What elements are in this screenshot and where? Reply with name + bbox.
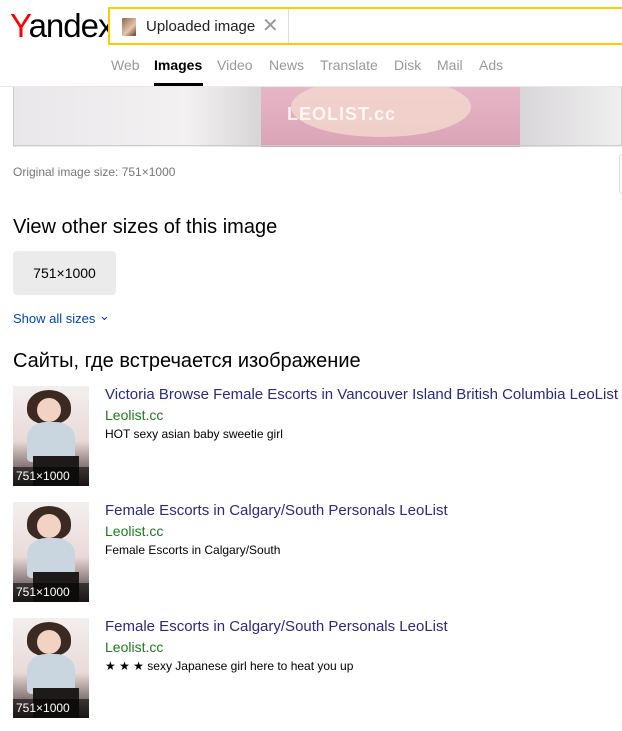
active-tab-underline [154,83,203,86]
site-thumbnail[interactable]: 751×1000 [13,502,89,602]
chevron-down-icon: ⌄ [99,308,110,323]
tab-web[interactable]: Web [111,57,140,73]
preview-border [13,87,622,146]
tab-video[interactable]: Video [217,57,253,73]
site-result: 751×1000 Female Escorts in Calgary/South… [13,502,622,606]
site-thumbnail[interactable]: 751×1000 [13,618,89,718]
site-description: HOT sexy asian baby sweetie girl [105,427,283,441]
search-divider [288,9,289,43]
thumbnail-size-label: 751×1000 [13,699,89,718]
thumb-face [37,398,61,422]
site-domain-link[interactable]: Leolist.cc [105,523,163,539]
image-preview[interactable]: LEOLIST.cc [13,87,622,147]
sites-heading: Сайты, где встречается изображение [13,350,361,372]
thumb-face [37,514,61,538]
original-image-size: Original image size: 751×1000 [13,165,176,179]
tab-ads[interactable]: Ads [479,57,503,73]
tab-images[interactable]: Images [154,57,202,73]
tab-disk[interactable]: Disk [394,57,421,73]
site-title-link[interactable]: Victoria Browse Female Escorts in Vancou… [105,386,618,403]
site-domain-link[interactable]: Leolist.cc [105,639,163,655]
header-bar: Yandex Uploaded image ✕ Web Images Video… [0,0,622,87]
uploaded-image-thumbnail[interactable] [122,18,136,36]
thumbnail-size-label: 751×1000 [13,467,89,486]
site-thumbnail[interactable]: 751×1000 [13,386,89,486]
thumbnail-size-label: 751×1000 [13,583,89,602]
show-all-sizes-link[interactable]: Show all sizes ⌄ [13,308,110,327]
site-domain-link[interactable]: Leolist.cc [105,407,163,423]
tab-news[interactable]: News [269,57,304,73]
close-icon[interactable]: ✕ [262,15,279,37]
search-query-label: Uploaded image [146,18,256,35]
show-all-sizes-label: Show all sizes [13,311,96,326]
yandex-logo[interactable]: Yandex [10,6,114,46]
thumb-face [37,630,61,654]
tab-translate[interactable]: Translate [320,57,378,73]
site-description: ★ ★ ★ sexy Japanese girl here to heat yo… [105,659,354,673]
site-result: 751×1000 Victoria Browse Female Escorts … [13,386,622,490]
site-title-link[interactable]: Female Escorts in Calgary/South Personal… [105,502,448,519]
site-description: Female Escorts in Calgary/South [105,543,281,557]
site-result: 751×1000 Female Escorts in Calgary/South… [13,618,622,722]
site-title-link[interactable]: Female Escorts in Calgary/South Personal… [105,618,448,635]
tab-mail[interactable]: Mail [437,57,463,73]
size-chip-751x1000[interactable]: 751×1000 [13,251,116,295]
search-box[interactable]: Uploaded image ✕ [108,7,622,45]
other-sizes-heading: View other sizes of this image [13,216,278,238]
